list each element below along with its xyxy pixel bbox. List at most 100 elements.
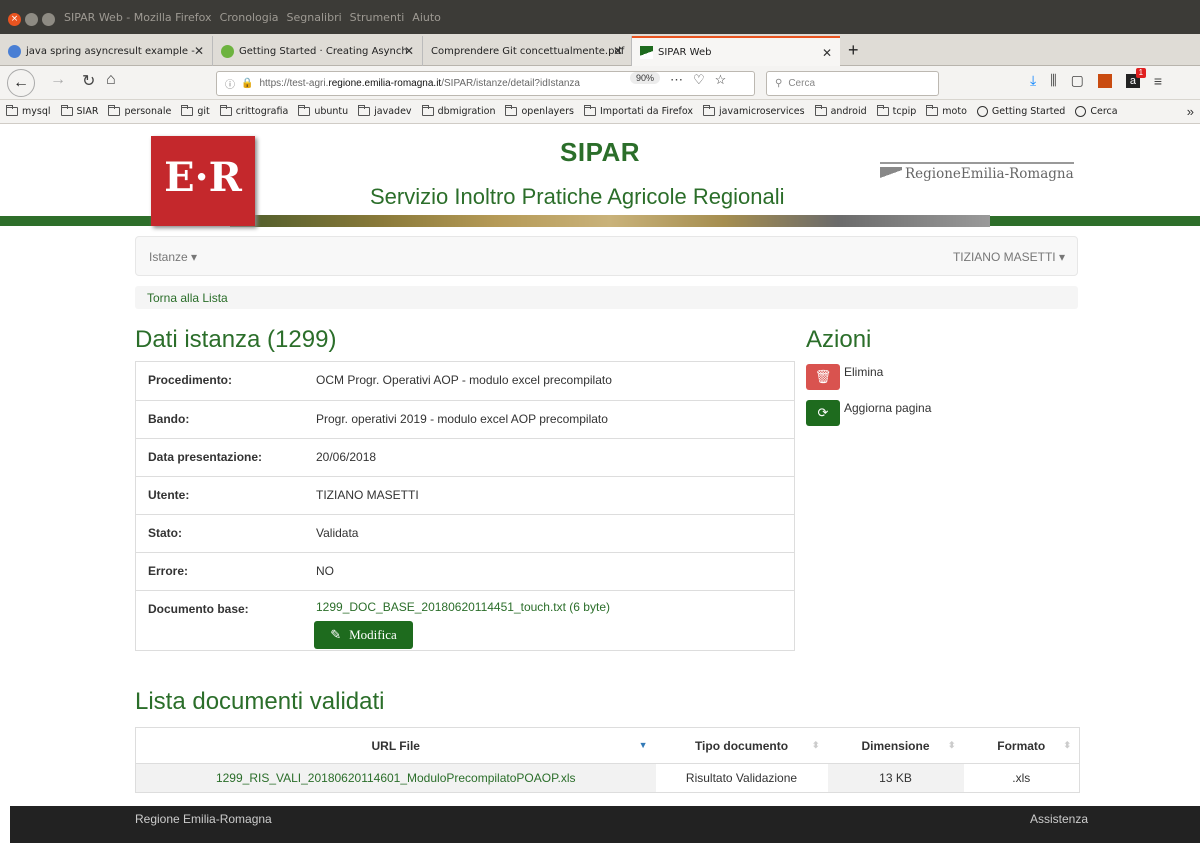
document-base-link[interactable]: 1299_DOC_BASE_20180620114451_touch.txt (… <box>316 600 610 614</box>
navigation-toolbar: ← → ↻ ⌂ ⓘ 🔒 https://test-agri. regione.em… <box>0 66 1200 100</box>
document-format: .xls <box>963 763 1080 793</box>
search-input[interactable]: ⚲ Cerca <box>766 71 939 96</box>
detail-row: Documento base: 1299_DOC_BASE_2018062011… <box>136 590 794 650</box>
tab-git-pdf[interactable]: Comprendere Git concettualmente.pdf ✕ <box>423 36 632 66</box>
bookmark-folder-javadev[interactable]: javadev <box>358 105 412 117</box>
amazon-extension-icon[interactable]: a1 <box>1125 67 1146 88</box>
bookmark-folder-moto[interactable]: moto <box>926 105 967 117</box>
user-dropdown[interactable]: TIZIANO MASETTI ▾ <box>953 250 1065 264</box>
library-icon[interactable]: ⫼ <box>1050 72 1056 89</box>
bookmark-getting-started[interactable]: Getting Started <box>976 106 1065 117</box>
documents-title: Lista documenti validati <box>135 688 385 715</box>
sort-desc-icon: ▼ <box>638 740 648 750</box>
documents-table: URL File ▼ Tipo documento ⬍ Dimensione ⬍ Fo… <box>135 727 1080 793</box>
tab-spring-guide[interactable]: Getting Started · Creating Asynch ✕ <box>213 36 423 66</box>
new-tab-icon[interactable]: + <box>848 40 859 61</box>
column-formato[interactable]: Formato ⬍ <box>963 727 1080 764</box>
breadcrumb: Torna alla Lista <box>135 286 1078 309</box>
window-minimize-icon[interactable] <box>25 13 38 26</box>
bookmark-folder-crittografia[interactable]: crittografia <box>219 105 288 117</box>
bookmark-folder-ubuntu[interactable]: ubuntu <box>298 105 348 117</box>
document-url-link[interactable]: 1299_RIS_VALI_20180620114601_ModuloPreco… <box>135 763 656 793</box>
tab-google-search[interactable]: java spring asyncresult example - ✕ <box>0 36 213 66</box>
bookmark-folder-tcpip[interactable]: tcpip <box>876 105 916 117</box>
back-icon[interactable]: ← <box>7 69 35 97</box>
lock-icon[interactable]: 🔒 <box>241 78 253 89</box>
bookmark-folder-siar[interactable]: SIAR <box>60 105 98 117</box>
close-icon[interactable]: ✕ <box>613 44 623 58</box>
bookmark-cerca[interactable]: Cerca <box>1075 106 1118 117</box>
menu-segnalibri[interactable]: Segnalibri <box>287 11 342 24</box>
footer-region-link[interactable]: Regione Emilia-Romagna <box>135 812 272 826</box>
istanze-dropdown[interactable]: Istanze ▾ <box>149 250 197 264</box>
reload-icon[interactable]: ↻ <box>82 71 95 91</box>
close-icon[interactable]: ✕ <box>194 44 204 58</box>
footer-assistance-link[interactable]: Assistenza <box>1030 812 1088 826</box>
folder-icon <box>814 105 827 116</box>
detail-row: Utente: TIZIANO MASETTI <box>136 476 794 514</box>
info-icon[interactable]: ⓘ <box>225 76 235 91</box>
bookmark-folder-importati[interactable]: Importati da Firefox <box>583 105 693 117</box>
bookmark-folder-javamicroservices[interactable]: javamicroservices <box>703 105 805 117</box>
pocket-icon[interactable]: ♡ <box>693 72 705 88</box>
site-title: SIPAR <box>560 137 641 167</box>
app-navbar: Istanze ▾ TIZIANO MASETTI ▾ <box>135 236 1078 276</box>
column-url-file[interactable]: URL File ▼ <box>135 727 656 764</box>
zoom-level[interactable]: 90% <box>630 72 661 84</box>
folder-icon <box>421 105 434 116</box>
modify-button[interactable]: ✎ Modifica <box>314 621 413 649</box>
refresh-button[interactable]: ⟳ <box>806 400 840 426</box>
bookmark-folder-android[interactable]: android <box>814 105 867 117</box>
regione-flag-icon <box>880 167 902 181</box>
more-actions-icon[interactable]: ⋯ <box>670 72 683 88</box>
sidebar-icon[interactable]: ▢ <box>1071 72 1084 89</box>
menu-cronologia[interactable]: Cronologia <box>220 11 279 24</box>
forward-icon[interactable]: → <box>50 71 66 89</box>
tab-bar: java spring asyncresult example - ✕ Gett… <box>0 34 1200 66</box>
bookmark-folder-openlayers[interactable]: openlayers <box>505 105 574 117</box>
er-logo: E·R <box>151 136 255 226</box>
home-icon[interactable]: ⌂ <box>106 71 116 89</box>
bookmarks-overflow-icon[interactable]: » <box>1187 104 1194 119</box>
tab-sipar-web[interactable]: SIPAR Web ✕ <box>632 36 840 66</box>
site-subtitle: Servizio Inoltro Pratiche Agricole Regio… <box>370 184 785 209</box>
document-type: Risultato Validazione <box>655 763 828 793</box>
folder-icon <box>505 105 518 116</box>
globe-icon <box>1075 106 1087 117</box>
page-actions: ⋯ ♡ ☆ <box>670 72 726 88</box>
close-icon[interactable]: ✕ <box>822 46 832 60</box>
refresh-action: ⟳ Aggiorna pagina <box>806 400 931 426</box>
bookmark-star-icon[interactable]: ☆ <box>715 72 727 88</box>
menu-strumenti[interactable]: Strumenti <box>350 11 405 24</box>
refresh-label: Aggiorna pagina <box>844 401 932 415</box>
window-close-icon[interactable]: × <box>8 13 21 26</box>
delete-button[interactable]: 🗑 <box>806 364 840 390</box>
sort-icon: ⬍ <box>811 740 820 750</box>
folder-icon <box>108 105 121 116</box>
folder-icon <box>60 105 73 116</box>
header-photo-strip <box>230 215 990 227</box>
back-to-list-link[interactable]: Torna alla Lista <box>147 291 228 305</box>
trash-icon: 🗑 <box>814 369 832 384</box>
bookmark-folder-mysql[interactable]: mysql <box>6 105 51 117</box>
column-dimensione[interactable]: Dimensione ⬍ <box>827 727 964 764</box>
window-maximize-icon[interactable] <box>42 13 55 26</box>
folder-icon <box>926 105 939 116</box>
folder-icon <box>219 105 232 116</box>
extension-icon[interactable] <box>1097 73 1112 88</box>
close-icon[interactable]: ✕ <box>404 44 414 58</box>
menu-aiuto[interactable]: Aiuto <box>412 11 441 24</box>
menu-icon[interactable]: ≡ <box>1154 73 1162 89</box>
detail-row: Bando: Progr. operativi 2019 - modulo ex… <box>136 400 794 438</box>
detail-row: Stato: Validata <box>136 514 794 552</box>
column-tipo-documento[interactable]: Tipo documento ⬍ <box>655 727 828 764</box>
folder-icon <box>703 105 716 116</box>
regione-logo: RegioneEmilia-Romagna <box>880 162 1074 182</box>
globe-icon <box>976 106 988 117</box>
bookmark-folder-personale[interactable]: personale <box>108 105 171 117</box>
detail-row: Data presentazione: 20/06/2018 <box>136 438 794 476</box>
bookmark-folder-git[interactable]: git <box>181 105 210 117</box>
download-icon[interactable]: ⤓ <box>1030 72 1036 89</box>
notification-badge: 1 <box>1135 67 1146 78</box>
bookmark-folder-dbmigration[interactable]: dbmigration <box>421 105 495 117</box>
